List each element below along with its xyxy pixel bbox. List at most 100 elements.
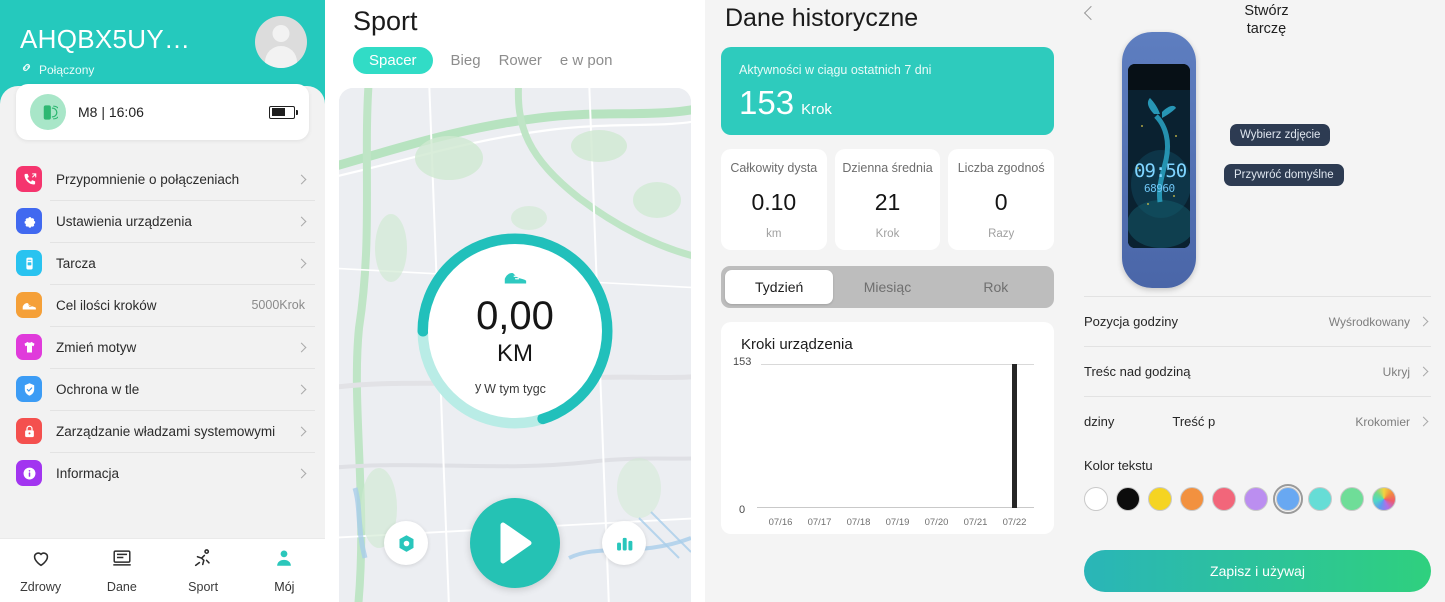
menu-item-2[interactable]: Ustawienia urządzenia [0,200,325,242]
chart-title: Kroki urządzenia [741,336,853,353]
shield-icon [16,376,42,402]
menu-item-label: Przypomnienie o połączeniach [56,171,240,187]
history-title: Dane historyczne [725,4,919,32]
tab-label: Mój [274,580,295,594]
stat-value: 0.10 [751,189,797,215]
distance-value: 0,00 [476,293,554,338]
watchface-header: Stwórz tarczę [1070,0,1445,46]
hexagon-settings-icon[interactable] [384,521,428,565]
map-view[interactable]: 0,00 KM W tym tygc y [339,88,691,602]
color-swatches [1084,484,1431,514]
chart-x-labels: 07/16 07/17 07/18 07/19 07/20 07/21 07/22 [761,517,1034,528]
row-label: Pozycja godziny [1084,314,1178,329]
save-button[interactable]: Zapisz i używaj [1084,550,1431,592]
person-icon [273,547,295,574]
heart-icon [30,547,52,574]
menu-item-6[interactable]: Ochrona w tle [0,368,325,410]
distance-ring: 0,00 KM W tym tygc y [417,233,613,429]
color-swatch-blue[interactable] [1273,484,1303,514]
chart-bar-column [995,364,1034,508]
sport-tab-2[interactable]: Bieg [451,52,481,69]
color-swatch-cyan[interactable] [1308,487,1332,511]
banner-row: 153 Krok [739,84,1036,122]
watch-screen[interactable]: 09:50 68960 [1128,64,1190,248]
chart-bar-column [956,364,995,508]
device-card[interactable]: M8 | 16:06 [16,84,309,140]
runner-icon [192,547,214,574]
watchface-row-2[interactable]: Treśc nad godziną Ukryj [1084,346,1431,396]
watchface-row-1[interactable]: Pozycja godziny Wyśrodkowany [1084,296,1431,346]
avatar[interactable] [255,16,307,68]
watchface-row-3[interactable]: dziny Treść p Krokomier [1084,396,1431,446]
chart-bar-column [917,364,956,508]
watch-face-icon [16,250,42,276]
chevron-right-icon [296,258,307,268]
menu-item-label: Cel ilości kroków [56,297,157,313]
chart-x-label: 07/19 [885,517,910,528]
stat-cards: Całkowity dysta 0.10 km Dzienna średnia 21 Kr… [721,149,1055,250]
chart-bar-column [761,364,800,508]
watchface-steps: 68960 [1144,182,1175,195]
panel-watchface: Stwórz tarczę 09:50 68960 Wybierz zdjęci… [1070,0,1445,602]
watch-device: 09:50 68960 [1122,32,1196,288]
chart-x-label: 07/22 [1002,517,1027,528]
menu-item-3[interactable]: Tarcza [0,242,325,284]
chart-plot-area: 153 0 07/16 07/17 07/18 07/19 07/20 07/21 07/2… [733,356,1042,528]
color-swatch-rainbow[interactable] [1372,487,1396,511]
tab-mój[interactable]: Mój [244,539,325,602]
chevron-right-icon [296,384,307,394]
restore-default-button[interactable]: Przywróć domyślne [1224,164,1344,186]
sport-controls [339,498,691,588]
segment-rok[interactable]: Rok [942,270,1050,304]
segment-tydzień[interactable]: Tydzień [725,270,834,304]
segment-miesiąc[interactable]: Miesiąc [833,270,941,304]
bar-chart-icon[interactable] [602,521,646,565]
sport-tab-4[interactable]: e w pon [560,52,613,69]
color-swatch-orange[interactable] [1180,487,1204,511]
play-icon[interactable] [470,498,560,588]
banner-value: 153 [739,84,795,121]
menu-item-7[interactable]: Zarządzanie władzami systemowymi [0,410,325,452]
chart-x-label: 07/16 [768,517,793,528]
phone-call-icon [16,166,42,192]
panel-profile: AHQBX5UY… Połączony M8 | 16:06 Przypomni… [0,0,325,602]
stat-value: 0 [994,189,1008,215]
panel-history: Dane historyczne Aktywności w ciągu osta… [705,0,1070,602]
page-title-line1: Stwórz [1244,3,1289,19]
banner-subtitle: Aktywności w ciągu ostatnich 7 dni [739,63,932,77]
chart-x-label: 07/18 [846,517,871,528]
stat-unit: Krok [875,228,900,240]
chart-bar-column [878,364,917,508]
tab-sport[interactable]: Sport [163,539,244,602]
panel-sport: Sport Spacer Bieg Rower e w pon 0,00 KM … [325,0,705,602]
chevron-right-icon [296,426,307,436]
menu-item-5[interactable]: Zmień motyw [0,326,325,368]
color-swatch-white[interactable] [1084,487,1108,511]
color-swatch-black[interactable] [1116,487,1140,511]
color-swatch-purple[interactable] [1244,487,1268,511]
menu-item-8[interactable]: Informacja [0,452,325,494]
sport-tab-1[interactable]: Spacer [353,47,433,74]
color-swatch-red[interactable] [1212,487,1236,511]
menu-item-1[interactable]: Przypomnienie o połączeniach [0,158,325,200]
row-value: Krokomier [1355,414,1410,429]
tab-dane[interactable]: Dane [81,539,162,602]
row-value: Wyśrodkowany [1328,314,1410,329]
menu-item-value: 5000Krok [251,298,305,312]
text-color-section: Kolor tekstu [1084,458,1431,514]
chevron-right-icon [296,468,307,478]
tab-zdrowy[interactable]: Zdrowy [0,539,81,602]
stat-label: Całkowity dysta [730,161,818,175]
chart-x-label: 07/21 [963,517,988,528]
shoe-icon [502,267,528,292]
ring-left-fragment: y [475,380,482,394]
chart-bar-column [800,364,839,508]
chevron-right-icon [1418,316,1429,327]
avatar-body [265,46,297,68]
color-swatch-yellow[interactable] [1148,487,1172,511]
menu-item-label: Ustawienia urządzenia [56,213,192,229]
menu-item-4[interactable]: Cel ilości kroków 5000Krok [0,284,325,326]
color-swatch-green[interactable] [1340,487,1364,511]
sport-tab-3[interactable]: Rower [499,52,542,69]
choose-photo-button[interactable]: Wybierz zdjęcie [1230,124,1331,146]
